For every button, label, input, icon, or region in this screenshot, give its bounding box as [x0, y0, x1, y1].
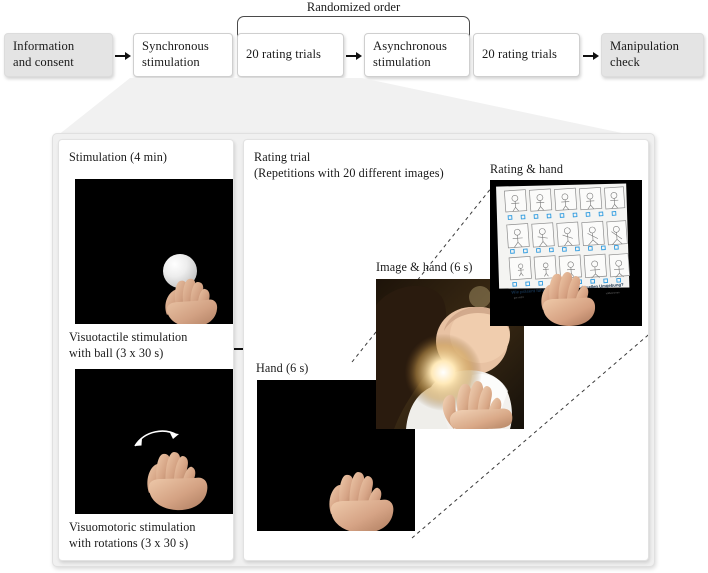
virtual-hand-plain [325, 466, 403, 531]
flow-step-label: Information and consent [13, 39, 75, 69]
scene-visuotactile [75, 179, 233, 324]
flow-step-synchronous-stimulation[interactable]: Synchronous stimulation [133, 33, 233, 77]
flow-arrow-1 [115, 51, 131, 61]
flow-arrow-3 [583, 51, 599, 61]
stimulation-title: Stimulation (4 min) [69, 150, 168, 164]
flow-step-rating-trials-2[interactable]: 20 rating trials [473, 33, 580, 77]
stage-label-rating-hand: Rating & hand [490, 162, 564, 176]
scene-rating-and-hand: Wie präsent fühlen Sie sich in der virtu… [490, 180, 642, 326]
randomized-order-label: Randomized order [306, 0, 401, 14]
rating-anchor-right: vollkommen [606, 290, 621, 295]
scene-visuomotoric [75, 369, 233, 514]
rating-anchor-left: gar nicht [514, 295, 524, 300]
flow-step-label: Asynchronous stimulation [373, 39, 447, 69]
flow-step-asynchronous-stimulation[interactable]: Asynchronous stimulation [364, 33, 470, 77]
flow-step-label: Synchronous stimulation [142, 39, 209, 69]
flow-step-rating-trials-1[interactable]: 20 rating trials [237, 33, 344, 77]
figure-canvas: Randomized order Information and consent… [0, 0, 708, 573]
flow-step-label: 20 rating trials [246, 47, 322, 62]
virtual-hand-rotation [143, 445, 215, 511]
rating-trial-subpanel: Rating trial (Repetitions with 20 differ… [243, 139, 649, 561]
stage-label-image-hand: Image & hand (6 s) [376, 260, 473, 274]
virtual-hand-ball [159, 275, 221, 324]
stimulation-caption-top: Visuotactile stimulation with ball (3 x … [69, 330, 188, 360]
stage-label-hand: Hand (6 s) [256, 361, 309, 375]
zoom-funnel [52, 78, 655, 140]
flow-step-label: 20 rating trials [482, 47, 558, 62]
flow-step-manipulation-check[interactable]: Manipulation check [601, 33, 704, 77]
flow-arrow-2 [346, 51, 362, 61]
stimulation-subpanel: Stimulation (4 min) Visuotactile stimula… [58, 139, 234, 561]
virtual-hand-rating [538, 268, 600, 326]
flow-step-label: Manipulation check [610, 39, 680, 69]
stimulation-caption-bottom: Visuomotoric stimulation with rotations … [69, 520, 196, 550]
flow-step-information-and-consent[interactable]: Information and consent [4, 33, 113, 77]
